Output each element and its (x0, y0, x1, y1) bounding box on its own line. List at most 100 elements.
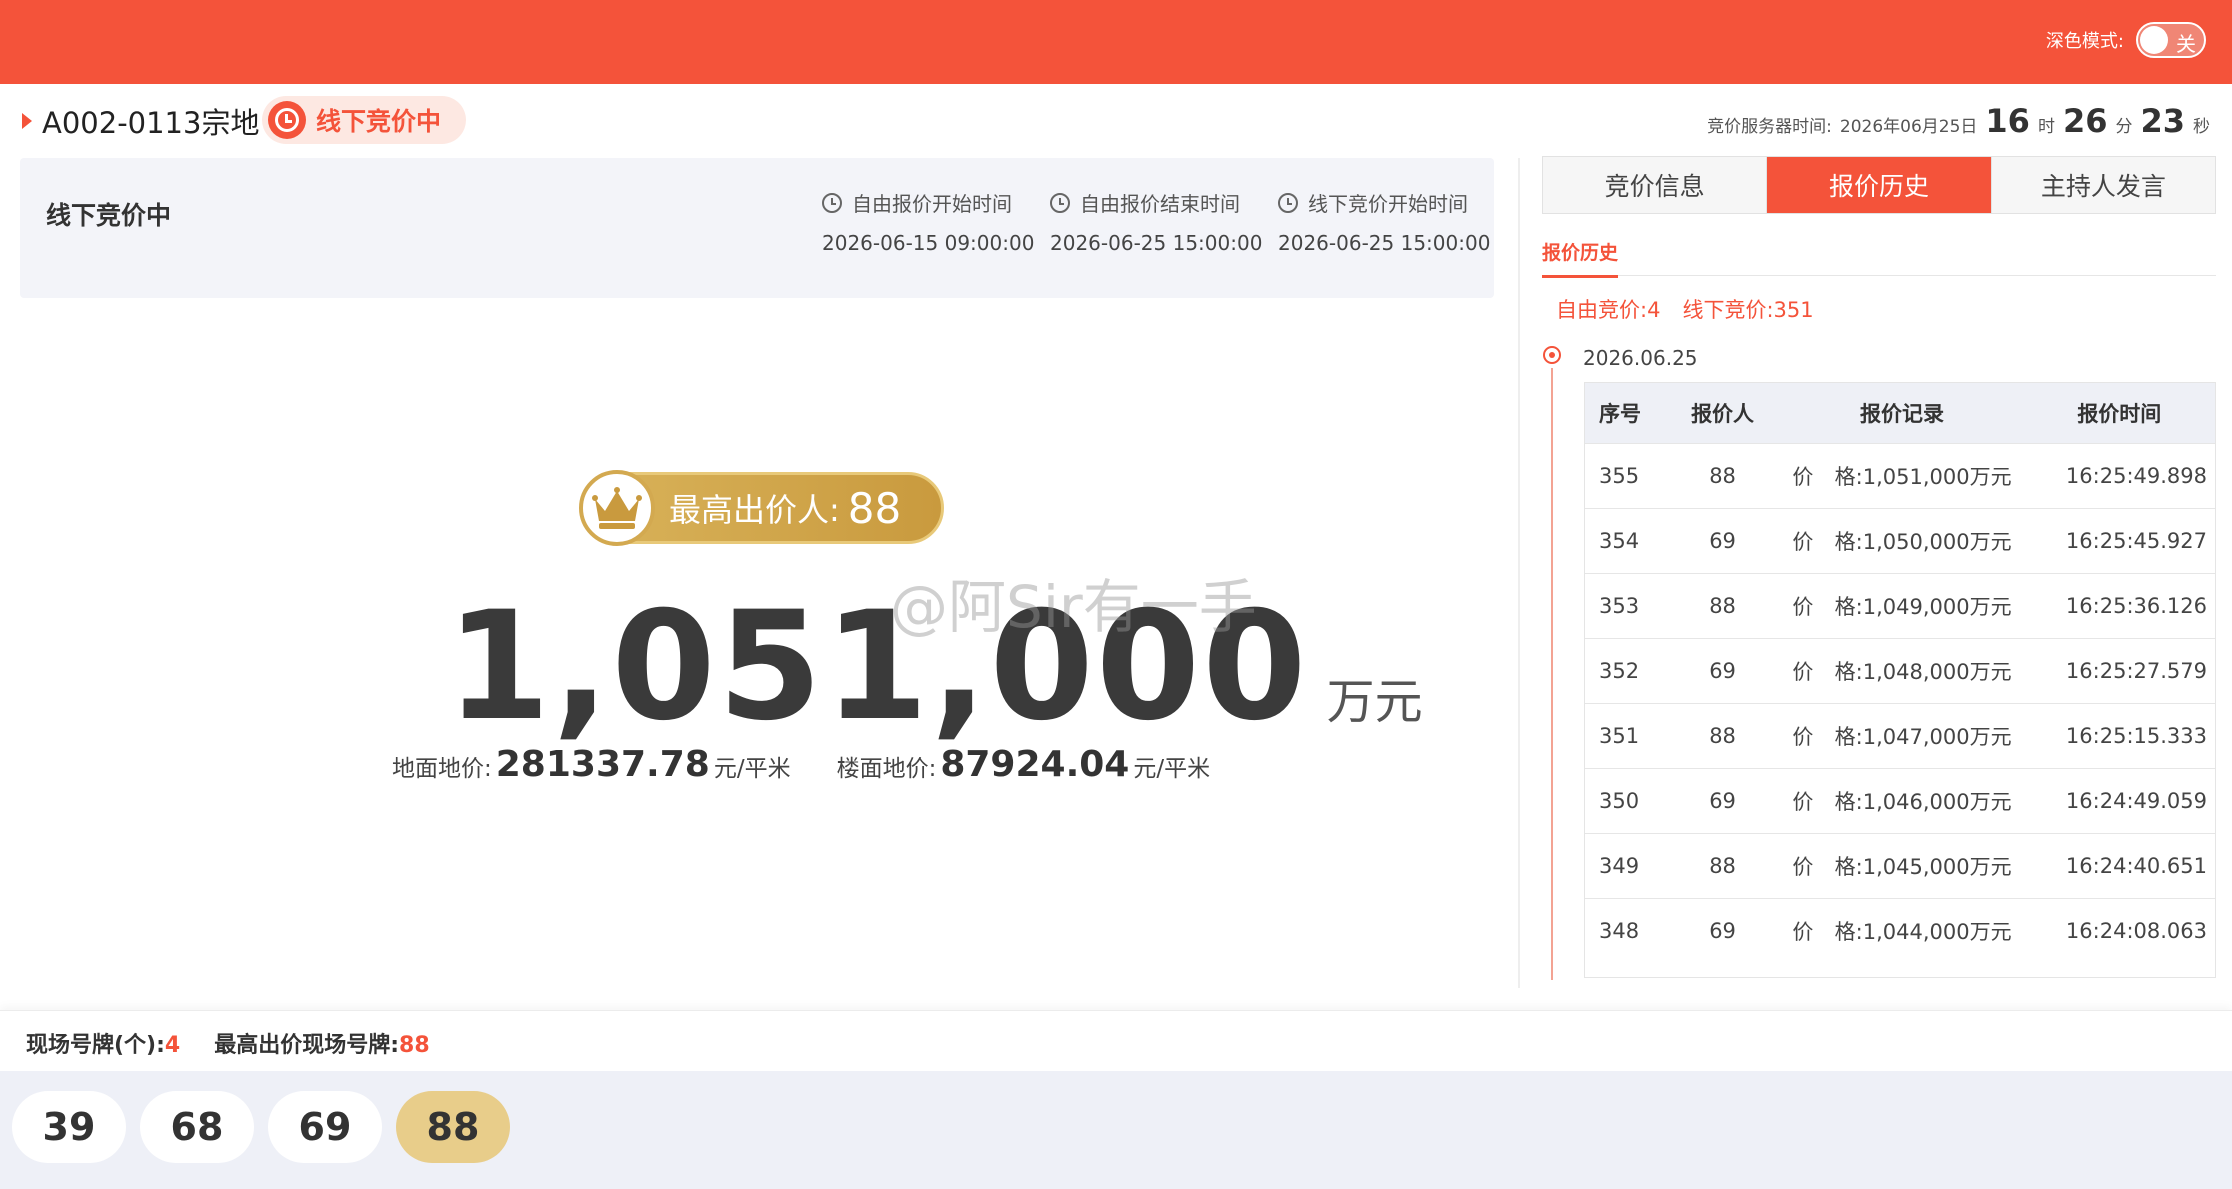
cell-bidder: 88 (1709, 464, 1736, 488)
table-row: 350 69 价格:1,046,000万元 16:24:49.059 (1585, 768, 2215, 833)
auction-stage-title: 线下竞价中 (46, 201, 172, 230)
paddle-count: 现场号牌(个):4 (26, 1033, 181, 1058)
watermark: @阿Sir有一手 (890, 573, 1257, 641)
cell-record: 价格:1,046,000万元 (1792, 790, 2012, 814)
cell-no: 354 (1599, 529, 1640, 553)
cell-bidder: 88 (1709, 594, 1736, 618)
floor-price: 楼面地价: 87924.04 元/平米 (837, 744, 1211, 785)
cell-no: 349 (1599, 854, 1640, 878)
table-row: 349 88 价格:1,045,000万元 16:24:40.651 (1585, 833, 2215, 898)
land-price-label: 地面地价: (392, 756, 492, 782)
second-unit: 秒 (2193, 117, 2210, 137)
cell-record: 价格:1,048,000万元 (1792, 660, 2012, 684)
land-price-value: 281337.78 (495, 744, 710, 785)
table-row: 348 69 价格:1,044,000万元 16:24:08.063 (1585, 898, 2215, 963)
divider (1518, 158, 1520, 988)
table-row: 355 88 价格:1,051,000万元 16:25:49.898 (1585, 443, 2215, 508)
cell-no: 352 (1599, 659, 1640, 683)
paddle-footer: 现场号牌(个):4 最高出价现场号牌:88 39 68 69 88 (0, 1010, 2232, 1189)
cell-time: 16:25:49.898 (2065, 464, 2207, 488)
table-row: 352 69 价格:1,048,000万元 16:25:27.579 (1585, 638, 2215, 703)
current-price-panel: 最高出价人: 88 1,051,000 万元 地面地价: 281337.78 元… (20, 300, 1494, 990)
cell-no: 355 (1599, 464, 1640, 488)
timeline-dot-icon (1543, 346, 1561, 364)
highest-bidder-number: 88 (847, 483, 902, 533)
minute-unit: 分 (2115, 117, 2133, 137)
time-label: 自由报价结束时间 (1080, 192, 1240, 216)
dark-mode-label: 深色模式: (2045, 31, 2124, 52)
cell-no: 348 (1599, 919, 1640, 943)
land-price: 地面地价: 281337.78 元/平米 (392, 744, 791, 785)
bid-counts: 自由竞价:4 线下竞价:351 (1556, 294, 1814, 324)
table-row: 351 88 价格:1,047,000万元 16:25:15.333 (1585, 703, 2215, 768)
status-text: 线下竞价中 (316, 107, 442, 136)
status-badge: 线下竞价中 (262, 96, 466, 144)
tab-bid-info[interactable]: 竞价信息 (1543, 157, 1768, 213)
paddle-item: 69 (268, 1091, 382, 1163)
time-value: 2026-06-15 09:00:00 (822, 231, 1035, 255)
time-value: 2026-06-25 15:00:00 (1278, 231, 1491, 255)
subtab-bid-history[interactable]: 报价历史 (1542, 238, 1619, 278)
hour-unit: 时 (2037, 117, 2055, 137)
switch-knob (2140, 26, 2168, 54)
history-subtab-bar: 报价历史 (1542, 234, 2216, 278)
offline-bid-count: 线下竞价:351 (1682, 298, 1814, 322)
alarm-clock-icon (1278, 192, 1298, 213)
alarm-clock-icon (1050, 192, 1070, 213)
cell-record: 价格:1,047,000万元 (1792, 725, 2012, 749)
cell-no: 353 (1599, 594, 1640, 618)
cell-bidder: 69 (1709, 919, 1736, 943)
tab-host-speech[interactable]: 主持人发言 (1991, 157, 2215, 213)
cell-bidder: 69 (1709, 529, 1736, 553)
highest-bidder-label: 最高出价人: (669, 491, 840, 529)
cell-record: 价格:1,051,000万元 (1792, 465, 2012, 489)
floor-price-unit: 元/平米 (1133, 756, 1211, 782)
free-bid-start: 自由报价开始时间 2026-06-15 09:00:00 (822, 188, 1034, 255)
paddle-list: 39 68 69 88 (0, 1071, 2232, 1189)
time-label: 自由报价开始时间 (852, 192, 1012, 216)
cell-time: 16:25:45.927 (2065, 529, 2207, 553)
dark-mode-state: 关 (2176, 32, 2196, 56)
cell-time: 16:24:49.059 (2065, 789, 2207, 813)
table-header: 序号 报价人 报价记录 报价时间 (1585, 383, 2215, 443)
cell-time: 16:25:15.333 (2065, 724, 2207, 748)
paddle-meta: 现场号牌(个):4 最高出价现场号牌:88 (26, 1027, 430, 1059)
paddle-item: 68 (140, 1091, 254, 1163)
lot-name: A002-0113宗地 (42, 106, 260, 140)
col-record: 报价记录 (1860, 402, 1944, 426)
floor-price-value: 87924.04 (940, 744, 1130, 785)
timeline-line (1551, 368, 1553, 980)
cell-time: 16:24:08.063 (2065, 919, 2207, 943)
col-bidder: 报价人 (1691, 402, 1755, 426)
server-date: 2026年06月25日 (1839, 117, 1978, 137)
offline-bid-start: 线下竞价开始时间 2026-06-25 15:00:00 (1278, 188, 1490, 255)
unit-prices: 地面地价: 281337.78 元/平米 楼面地价: 87924.04 元/平米 (392, 744, 1210, 785)
dark-mode-toggle[interactable]: 深色模式: 关 (2046, 22, 2206, 58)
table-row: 353 88 价格:1,049,000万元 16:25:36.126 (1585, 573, 2215, 638)
cell-no: 351 (1599, 724, 1640, 748)
cell-time: 16:25:27.579 (2065, 659, 2207, 683)
free-bid-count: 自由竞价:4 (1556, 298, 1661, 322)
cell-record: 价格:1,050,000万元 (1792, 530, 2012, 554)
bid-history-table[interactable]: 序号 报价人 报价记录 报价时间 355 88 价格:1,051,000万元 16:2… (1584, 382, 2216, 978)
cell-bidder: 88 (1709, 724, 1736, 748)
auction-info-card: 线下竞价中 自由报价开始时间 2026-06-15 09:00:00 自由报价结… (20, 158, 1494, 298)
time-label: 线下竞价开始时间 (1308, 192, 1468, 216)
server-second: 23 (2140, 102, 2185, 140)
tab-bid-history[interactable]: 报价历史 (1767, 157, 1992, 213)
dark-mode-switch[interactable]: 关 (2136, 22, 2206, 58)
timeline-date: 2026.06.25 (1583, 346, 1698, 370)
cell-record: 价格:1,049,000万元 (1792, 595, 2012, 619)
highest-paddle: 最高出价现场号牌:88 (214, 1033, 430, 1058)
right-panel-tabs: 竞价信息 报价历史 主持人发言 (1542, 156, 2216, 214)
crown-icon (579, 470, 655, 546)
floor-price-label: 楼面地价: (836, 756, 937, 782)
cell-time: 16:24:40.651 (2065, 854, 2207, 878)
cell-record: 价格:1,045,000万元 (1792, 855, 2012, 879)
server-hour: 16 (1985, 102, 2030, 140)
paddle-item-highest: 88 (396, 1091, 510, 1163)
col-no: 序号 (1599, 402, 1641, 426)
server-time: 竞价服务器时间: 2026年06月25日 16 时 26 分 23 秒 (1707, 102, 2210, 140)
alarm-clock-icon (822, 192, 842, 213)
highest-bidder-badge: 最高出价人: 88 (579, 470, 944, 546)
